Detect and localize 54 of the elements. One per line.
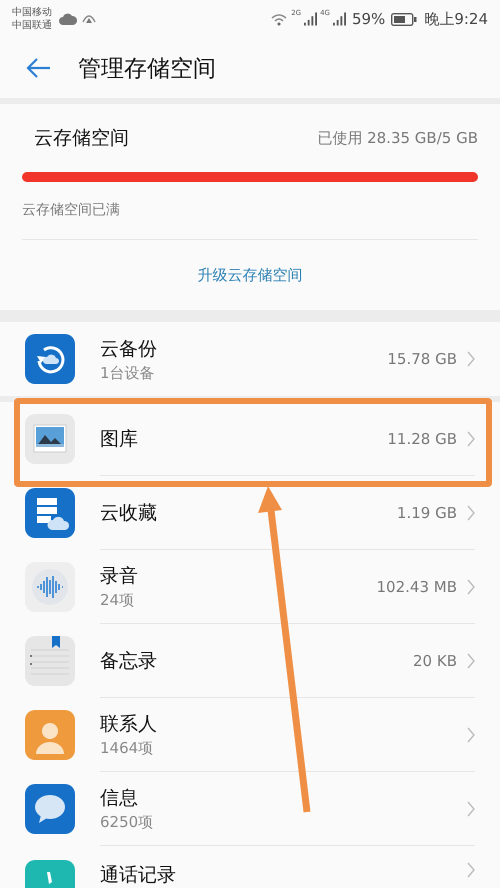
storage-item[interactable]: 录音 24项 102.43 MB bbox=[0, 550, 500, 624]
clock: 晚上9:24 bbox=[424, 10, 488, 28]
storage-title: 云存储空间 bbox=[34, 126, 129, 151]
recorder-icon bbox=[25, 562, 75, 612]
item-name: 图库 bbox=[100, 426, 139, 452]
chevron-icon bbox=[467, 430, 475, 446]
gallery-icon bbox=[25, 414, 75, 464]
favorites-cloud-icon bbox=[25, 488, 75, 538]
storage-item[interactable]: 备忘录 20 KB bbox=[0, 624, 500, 698]
item-size: 11.28 GB bbox=[387, 430, 457, 448]
upgrade-link[interactable]: 升级云存储空间 bbox=[198, 266, 302, 284]
item-subtitle: 1464项 bbox=[100, 739, 154, 758]
message-icon bbox=[25, 784, 75, 834]
backup-icon bbox=[25, 334, 75, 384]
storage-item[interactable]: 联系人 1464项 bbox=[0, 698, 500, 772]
signal-icon bbox=[304, 12, 318, 26]
item-subtitle: 6250项 bbox=[100, 813, 154, 832]
item-size: 1.19 GB bbox=[396, 504, 457, 522]
storage-item[interactable]: 图库 11.28 GB bbox=[0, 402, 500, 476]
chevron-icon bbox=[467, 800, 475, 816]
storage-item[interactable]: 信息 6250项 bbox=[0, 772, 500, 846]
item-size: 20 KB bbox=[413, 652, 457, 670]
chevron-icon bbox=[467, 504, 475, 520]
chevron-icon bbox=[467, 578, 475, 594]
storage-item[interactable]: 云备份 1台设备 15.78 GB bbox=[0, 322, 500, 402]
chevron-icon bbox=[467, 652, 475, 668]
storage-usage: 已使用 28.35 GB/5 GB bbox=[317, 128, 478, 148]
battery-percent: 59% bbox=[352, 10, 386, 28]
contacts-icon bbox=[25, 710, 75, 760]
notepad-icon bbox=[25, 636, 75, 686]
chevron-icon bbox=[467, 726, 475, 742]
item-subtitle: 24项 bbox=[100, 591, 136, 610]
item-name: 备忘录 bbox=[100, 648, 158, 674]
chevron-icon bbox=[467, 351, 475, 367]
storage-item[interactable]: 云收藏 1.19 GB bbox=[0, 476, 500, 550]
page-title: 管理存储空间 bbox=[78, 54, 216, 84]
chevron-icon bbox=[467, 862, 475, 878]
item-name: 云备份 bbox=[100, 336, 158, 362]
signal-icon bbox=[332, 12, 346, 26]
item-name: 云收藏 bbox=[100, 500, 158, 526]
item-size: 102.43 MB bbox=[376, 578, 457, 596]
item-name: 联系人 bbox=[100, 712, 158, 737]
carrier-name: 中国联通 bbox=[12, 19, 52, 32]
cloud-icon bbox=[58, 13, 78, 25]
wifi-icon bbox=[270, 12, 288, 26]
battery-icon bbox=[391, 12, 418, 26]
item-size: 15.78 GB bbox=[387, 350, 457, 368]
storage-note: 云存储空间已满 bbox=[22, 201, 121, 219]
storage-item[interactable]: 通话记录 bbox=[0, 846, 500, 888]
item-name: 信息 bbox=[100, 786, 139, 811]
item-name: 通话记录 bbox=[100, 863, 177, 888]
carrier-name: 中国移动 bbox=[12, 6, 52, 19]
item-name: 录音 bbox=[100, 564, 139, 589]
item-subtitle: 1台设备 bbox=[100, 364, 156, 382]
